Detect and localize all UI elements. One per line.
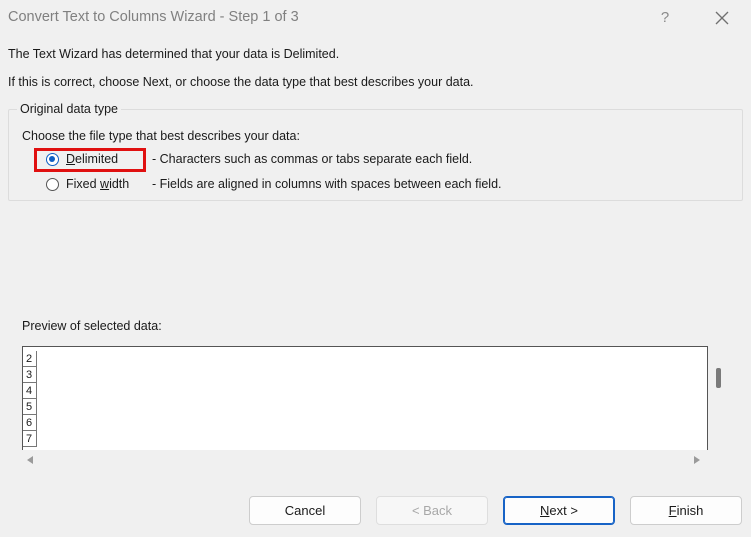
row-numbers: 2 3 4 5 6 7 xyxy=(23,351,37,447)
row-number: 7 xyxy=(23,431,37,447)
cancel-button[interactable]: Cancel xyxy=(249,496,361,525)
radio-delimited-label: Delimited xyxy=(66,152,119,166)
next-button[interactable]: Next > xyxy=(503,496,615,525)
row-number: 3 xyxy=(23,367,37,383)
access-key: D xyxy=(66,152,76,166)
row-number: 6 xyxy=(23,415,37,431)
radio-checked-icon xyxy=(46,152,59,166)
help-button[interactable]: ? xyxy=(650,6,680,30)
preview-label: Preview of selected data: xyxy=(22,319,162,333)
original-data-type-group: Original data type Choose the file type … xyxy=(8,102,743,201)
scroll-left-arrow-icon[interactable] xyxy=(27,456,33,464)
radio-delimited[interactable]: Delimited xyxy=(46,149,118,169)
radio-fixed-width[interactable]: Fixed width xyxy=(46,174,129,194)
file-type-prompt: Choose the file type that best describes… xyxy=(22,129,300,143)
row-number: 4 xyxy=(23,383,37,399)
intro-line-1: The Text Wizard has determined that your… xyxy=(8,47,340,61)
delimited-description: - Characters such as commas or tabs sepa… xyxy=(152,152,473,166)
fixed-width-description: - Fields are aligned in columns with spa… xyxy=(152,177,502,191)
row-number: 5 xyxy=(23,399,37,415)
back-button[interactable]: < Back xyxy=(376,496,488,525)
access-key: N xyxy=(540,503,550,518)
radio-unchecked-icon xyxy=(46,177,59,191)
window-title: Convert Text to Columns Wizard - Step 1 … xyxy=(8,9,299,25)
title-bar: Convert Text to Columns Wizard - Step 1 … xyxy=(0,0,751,36)
group-label: Original data type xyxy=(17,102,121,116)
close-button[interactable] xyxy=(705,4,739,32)
scroll-right-arrow-icon[interactable] xyxy=(694,456,700,464)
access-key: w xyxy=(100,177,110,191)
intro-line-2: If this is correct, choose Next, or choo… xyxy=(8,75,474,89)
vertical-scrollbar-thumb[interactable] xyxy=(716,368,721,388)
preview-pane[interactable]: 2 3 4 5 6 7 xyxy=(22,346,708,450)
access-key: F xyxy=(668,503,677,518)
row-number: 2 xyxy=(23,351,37,367)
finish-button[interactable]: Finish xyxy=(630,496,742,525)
radio-fixed-width-label: Fixed width xyxy=(66,177,130,191)
close-icon xyxy=(715,11,729,25)
